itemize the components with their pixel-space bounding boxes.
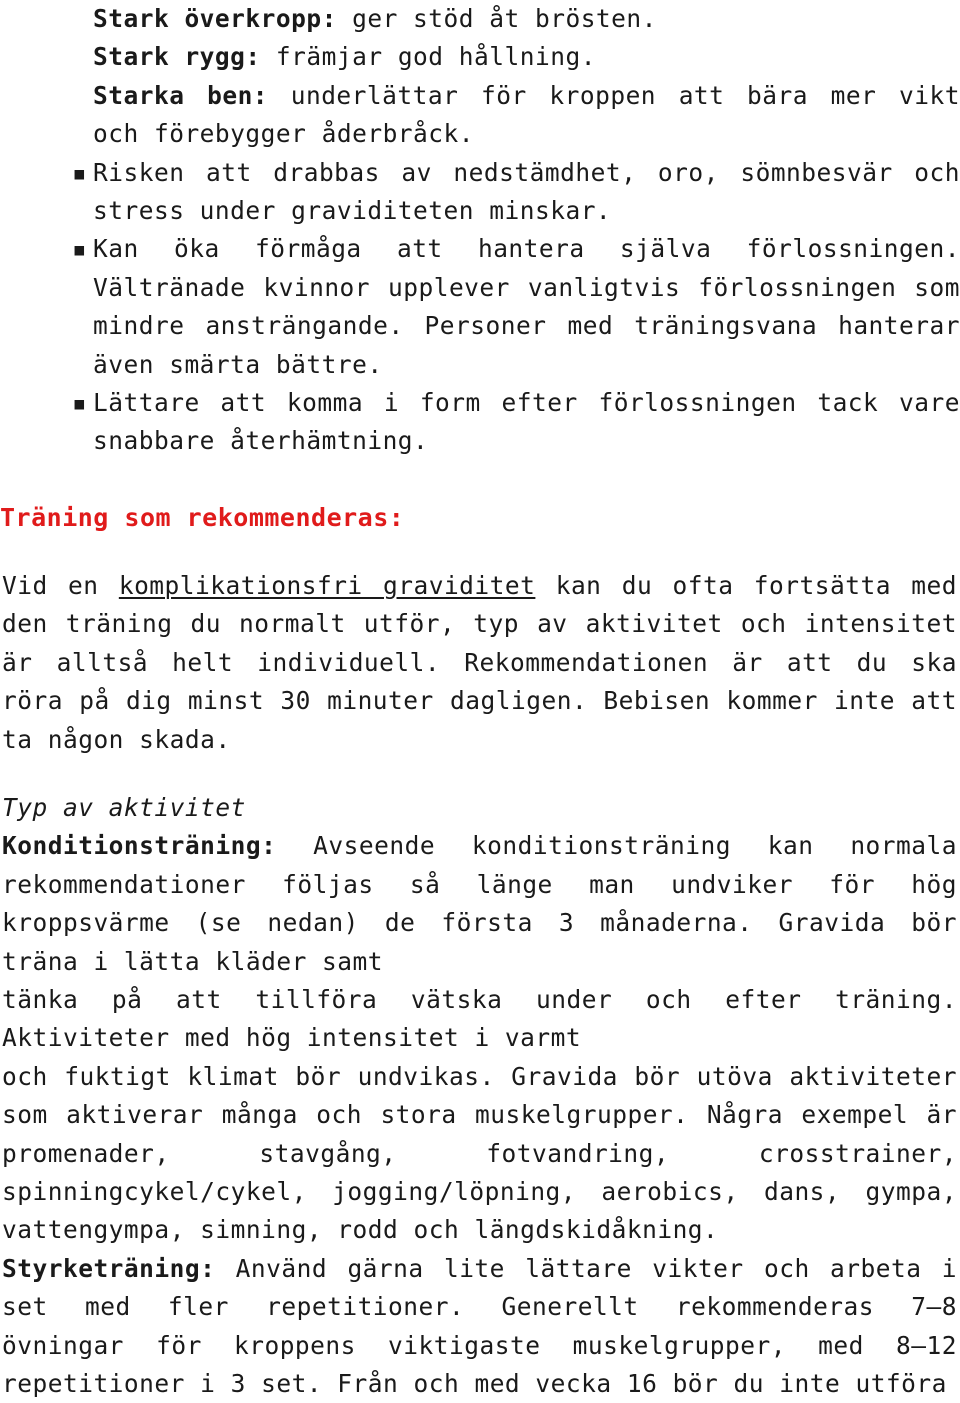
strength-paragraph: Styrketräning: Använd gärna lite lättare…: [0, 1250, 960, 1403]
list-item: Kan öka förmåga att hantera själva förlo…: [0, 230, 960, 384]
cardio-paragraph-2: tänka på att tillföra vätska under och e…: [2, 984, 957, 1053]
list-item: Stark överkropp: ger stöd åt brösten.: [0, 0, 960, 38]
list-item-lead: Stark rygg:: [93, 42, 261, 72]
list-item-text: Lättare att komma i form efter förlossni…: [93, 388, 960, 456]
activity-type-subtitle: Typ av aktivitet: [2, 792, 246, 822]
document-page: Stark överkropp: ger stöd åt brösten. St…: [0, 0, 960, 1398]
list-item: Lättare att komma i form efter förlossni…: [0, 384, 960, 461]
list-item: Risken att drabbas av nedstämdhet, oro, …: [0, 154, 960, 231]
list-item-lead: Stark överkropp:: [93, 4, 337, 33]
list-item: Stark rygg: främjar god hållning.: [0, 38, 960, 76]
list-item-text: främjar god hållning.: [260, 42, 596, 72]
cardio-paragraph-1: Konditionsträning: Avseende konditionstr…: [0, 827, 960, 981]
recommended-intro-paragraph: Vid en komplikationsfri graviditet kan d…: [0, 567, 960, 759]
intro-text-before: Vid en: [2, 570, 119, 600]
section-heading-recommended: Träning som rekommenderas:: [0, 502, 405, 532]
strength-label: Styrketräning:: [2, 1253, 216, 1283]
complication-free-pregnancy-link[interactable]: komplikationsfri graviditet: [119, 571, 536, 600]
benefits-list: Stark överkropp: ger stöd åt brösten. St…: [0, 0, 960, 461]
list-item-text: ger stöd åt brösten.: [336, 4, 657, 33]
list-item: Starka ben: underlättar för kroppen att …: [0, 77, 960, 154]
list-item-text: Kan öka förmåga att hantera själva förlo…: [93, 234, 960, 379]
cardio-label: Konditionsträning:: [2, 831, 277, 861]
list-item-text: Risken att drabbas av nedstämdhet, oro, …: [93, 157, 960, 226]
list-item-lead: Starka ben:: [93, 80, 269, 110]
cardio-paragraph-3: och fuktigt klimat bör undvikas. Gravida…: [2, 1061, 957, 1245]
